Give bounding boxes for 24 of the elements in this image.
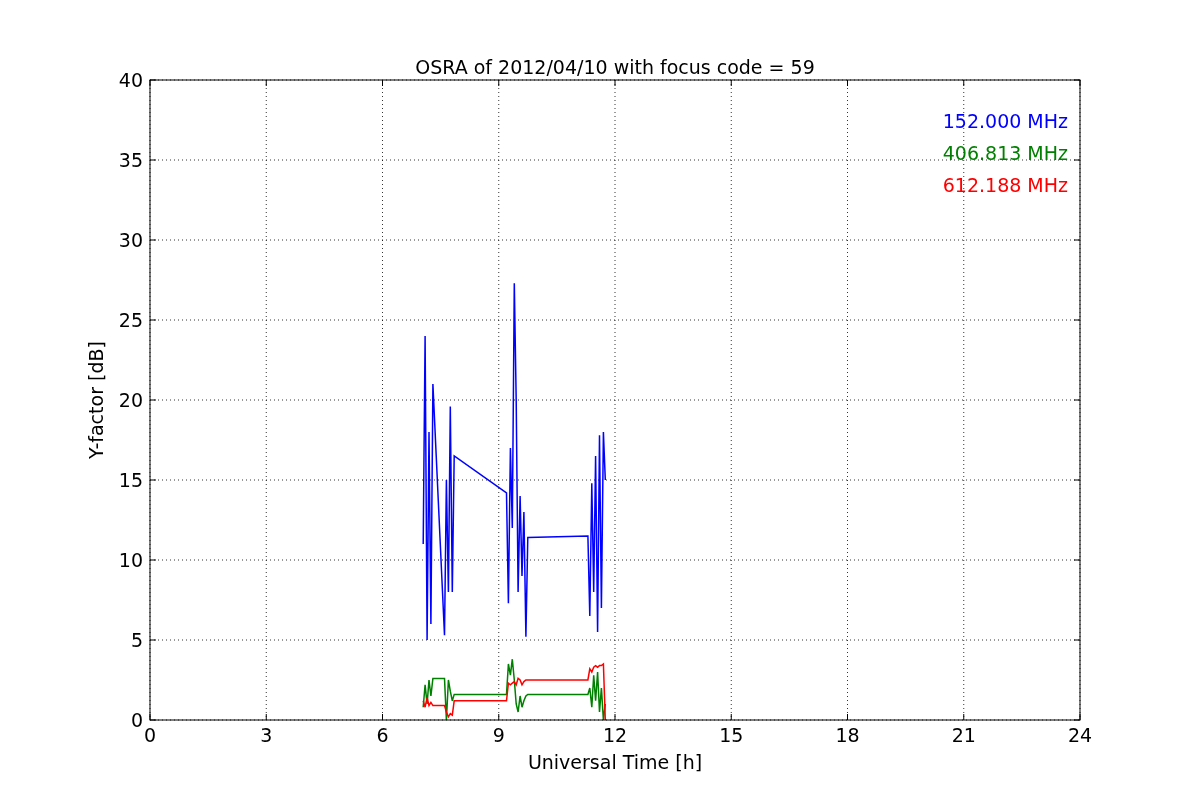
x-tick-label: 18 <box>835 724 860 746</box>
y-tick-label: 25 <box>118 309 143 331</box>
x-tick-label: 9 <box>492 724 505 746</box>
y-tick-label: 15 <box>118 469 143 491</box>
x-tick-label: 6 <box>376 724 389 746</box>
y-tick-label: 10 <box>118 549 143 571</box>
y-tick-label: 35 <box>118 149 143 171</box>
x-tick-label: 0 <box>143 724 157 746</box>
y-tick-label: 40 <box>118 69 143 91</box>
y-tick-label: 5 <box>130 629 143 651</box>
y-tick-label: 30 <box>118 229 143 251</box>
x-tick-label: 15 <box>719 724 744 746</box>
legend-label: 612.188 MHz <box>942 174 1068 196</box>
chart-title: OSRA of 2012/04/10 with focus code = 59 <box>415 56 815 78</box>
x-tick-label: 12 <box>602 724 628 746</box>
x-tick-label: 21 <box>951 724 976 746</box>
x-axis-label: Universal Time [h] <box>527 751 703 773</box>
x-tick-label: 24 <box>1067 724 1093 746</box>
legend-label: 406.813 MHz <box>942 142 1068 164</box>
y-tick-label: 0 <box>130 709 143 731</box>
y-tick-label: 20 <box>118 389 143 411</box>
x-tick-label: 3 <box>260 724 273 746</box>
legend-label: 152.000 MHz <box>942 110 1068 132</box>
y-axis-label: Y-factor [dB] <box>85 341 107 459</box>
